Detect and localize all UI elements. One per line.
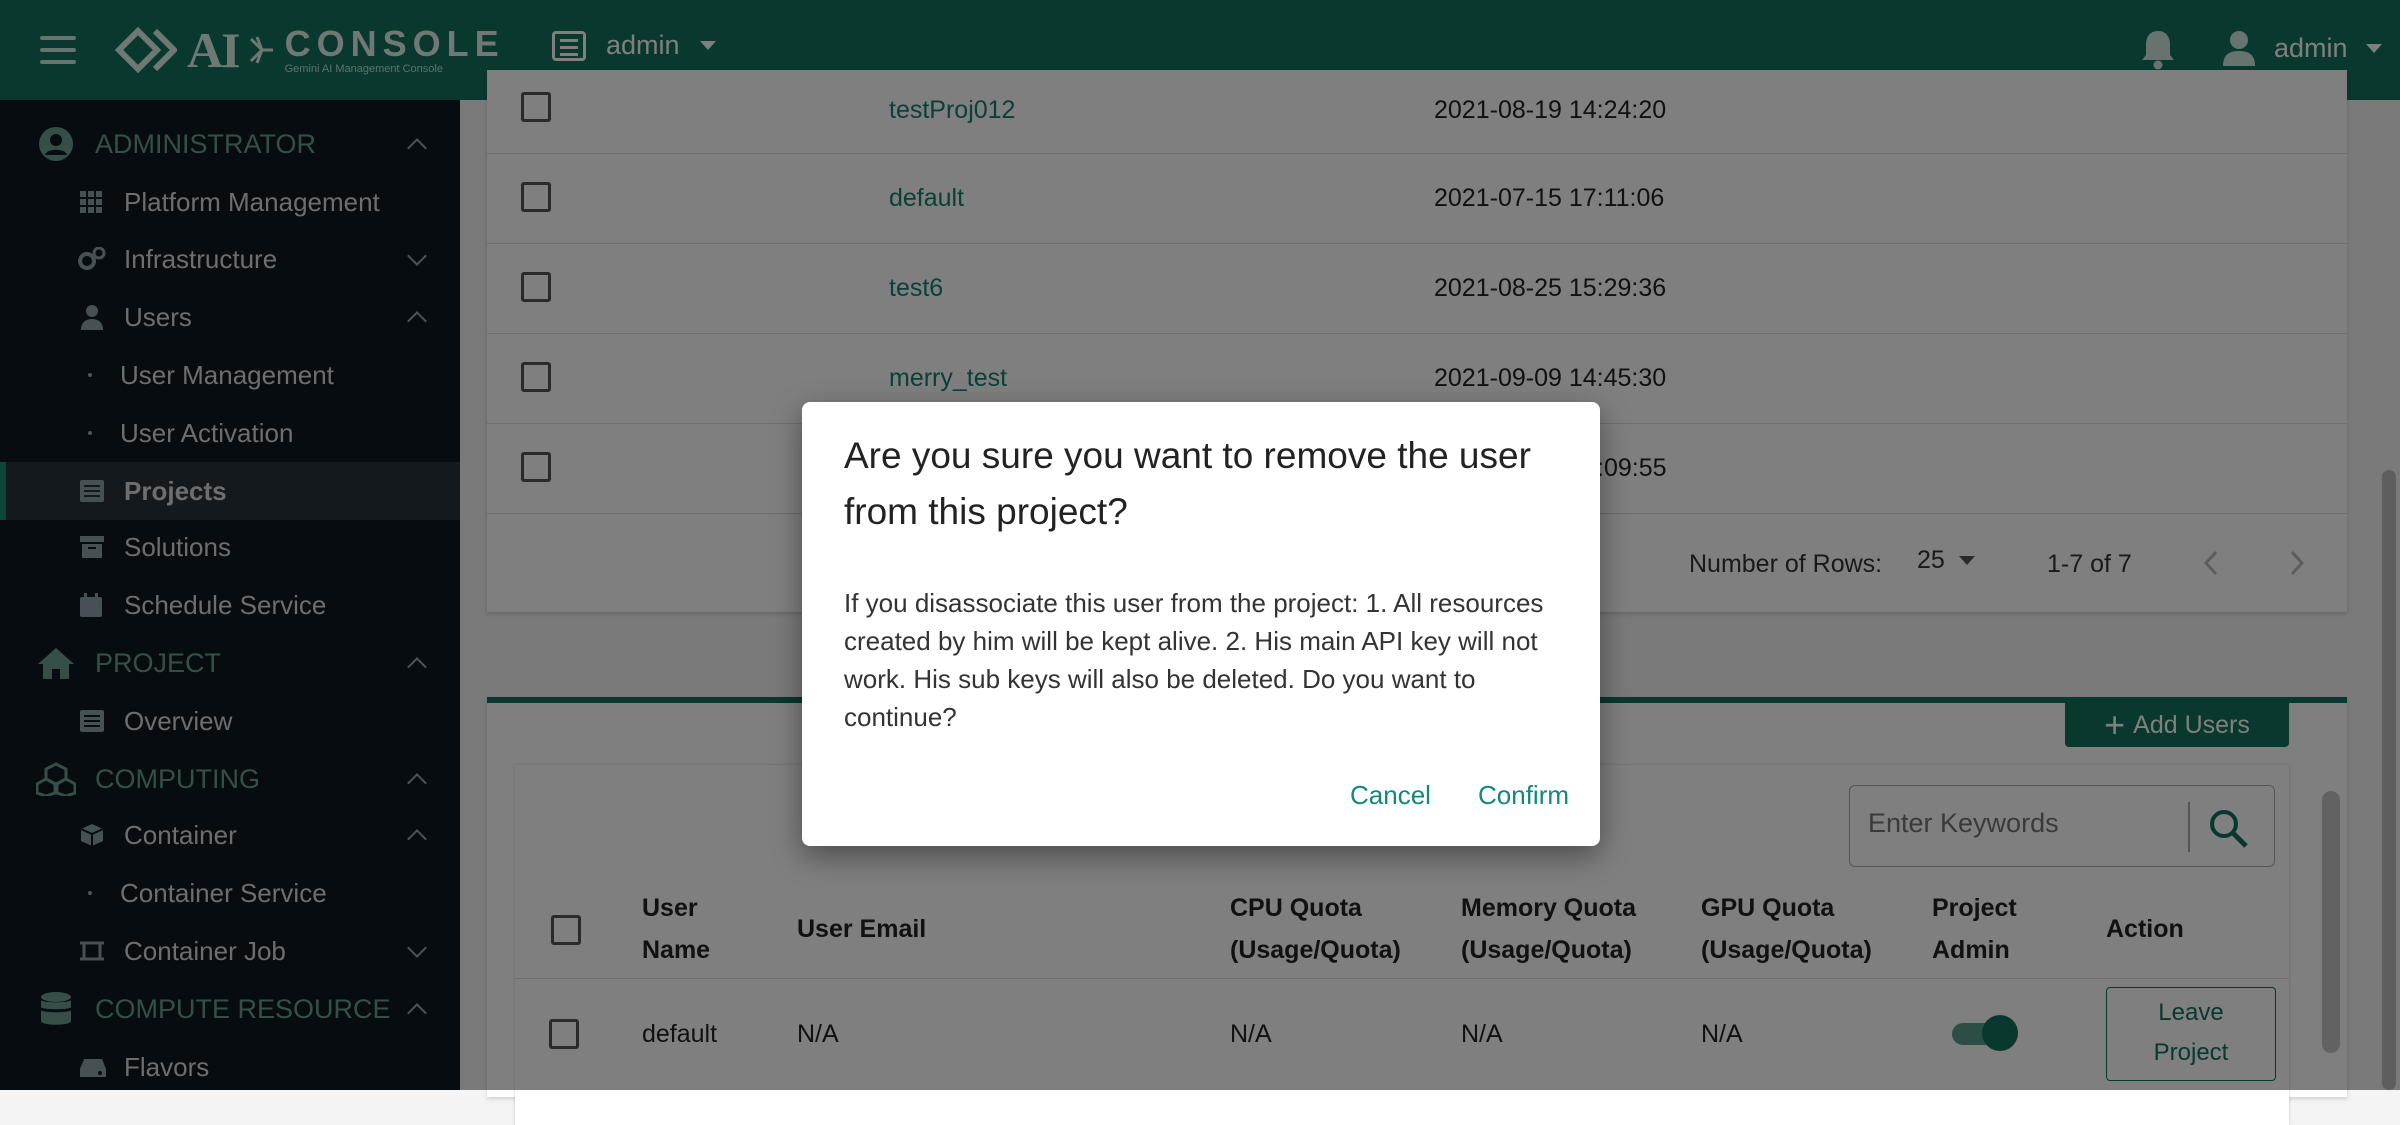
confirm-dialog: Are you sure you want to remove the user… [802, 402, 1600, 846]
dialog-title: Are you sure you want to remove the user… [844, 435, 1531, 532]
confirm-button[interactable]: Confirm [1478, 780, 1569, 811]
cancel-button[interactable]: Cancel [1350, 780, 1431, 811]
dialog-message: If you disassociate this user from the p… [844, 588, 1544, 732]
